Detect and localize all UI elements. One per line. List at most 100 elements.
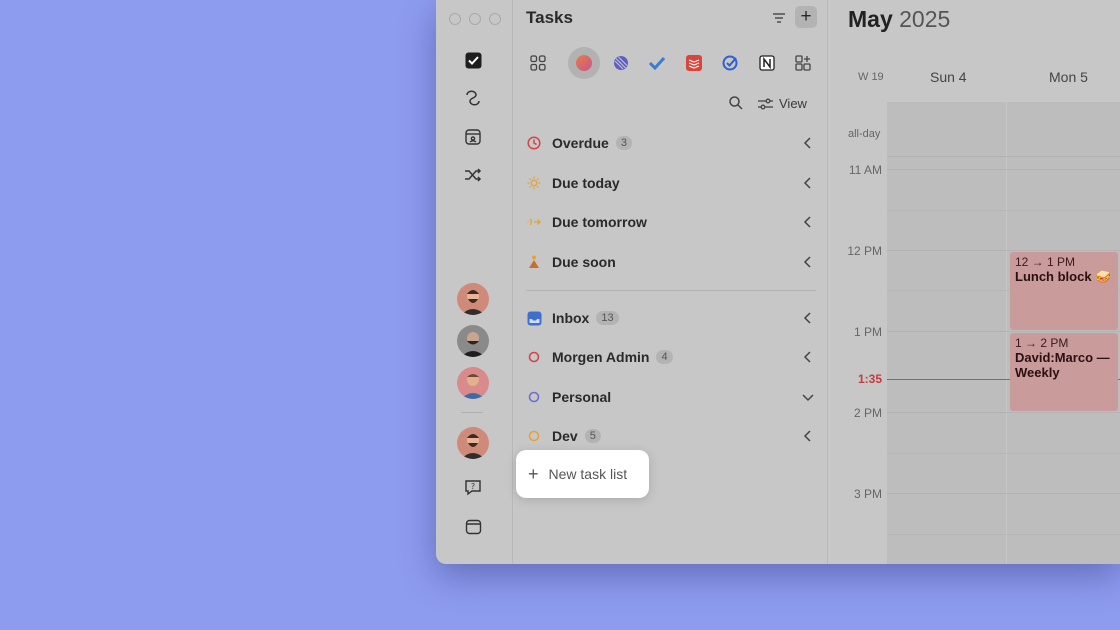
chevron-left-icon[interactable] <box>800 349 816 365</box>
view-options-button[interactable]: View <box>758 96 807 111</box>
minimize-window-button[interactable] <box>469 13 481 25</box>
hour-label: 12 PM <box>847 244 882 258</box>
day-column-sun[interactable] <box>887 102 1006 564</box>
all-day-label: all-day <box>848 128 881 140</box>
calendar-event[interactable]: 1 → 2 PM David:Marco — Weekly <box>1010 333 1118 411</box>
day-header[interactable]: Mon 5 <box>1049 69 1088 85</box>
current-user-avatar[interactable] <box>457 427 489 459</box>
chevron-left-icon[interactable] <box>800 214 816 230</box>
hour-line <box>887 493 1120 494</box>
microsoft-todo-source-icon[interactable] <box>644 50 670 76</box>
calendar-icon[interactable] <box>462 515 484 537</box>
current-time-label: 1:35 <box>857 372 882 386</box>
filter-icon[interactable] <box>769 9 789 27</box>
avatar[interactable] <box>457 325 489 357</box>
clock-icon <box>526 135 542 151</box>
inbox-icon <box>526 310 542 326</box>
new-task-list-label: New task list <box>548 466 628 482</box>
smart-list-due-today[interactable]: Due today <box>526 168 816 198</box>
all-sources-grid-icon[interactable] <box>525 50 551 76</box>
scheduler-icon[interactable] <box>462 126 484 148</box>
add-integration-icon[interactable] <box>790 50 816 76</box>
calendar-month-title: May 2025 <box>848 6 950 33</box>
list-divider <box>526 290 816 291</box>
help-icon[interactable]: ? <box>462 476 484 498</box>
sliders-icon <box>758 98 773 109</box>
chevron-left-icon[interactable] <box>800 428 816 444</box>
view-label: View <box>779 96 807 111</box>
notion-source-icon[interactable] <box>754 50 780 76</box>
hour-label: 2 PM <box>853 406 882 420</box>
avatar[interactable] <box>457 283 489 315</box>
all-day-separator <box>887 156 1120 157</box>
hour-label: 1 PM <box>853 325 882 339</box>
event-title: Lunch block 🥪 <box>1015 269 1112 284</box>
smart-list-due-soon[interactable]: Due soon <box>526 247 816 277</box>
plus-icon: + <box>528 464 539 484</box>
list-label: Overdue <box>552 135 609 151</box>
person-meditating-icon <box>526 254 542 270</box>
list-circle-icon <box>526 389 542 405</box>
new-task-list-button[interactable]: + New task list <box>516 450 649 498</box>
calendar-event[interactable]: 12 → 1 PM Lunch block 🥪 <box>1010 252 1118 330</box>
half-hour-line <box>887 534 1120 535</box>
task-sources <box>525 47 816 79</box>
list-label: Morgen Admin <box>552 349 650 365</box>
links-icon[interactable] <box>462 87 484 109</box>
list-label: Due tomorrow <box>552 214 647 230</box>
add-task-button[interactable]: + <box>795 6 817 28</box>
search-icon[interactable] <box>728 95 746 113</box>
task-list-inbox[interactable]: Inbox 13 <box>526 303 816 333</box>
month-label: May <box>848 6 893 32</box>
sidebar-rail: ? <box>436 0 513 564</box>
list-label: Inbox <box>552 310 590 326</box>
hour-line <box>887 331 1120 332</box>
rail-divider <box>461 412 483 413</box>
clickup-source-icon[interactable] <box>717 50 743 76</box>
shuffle-icon[interactable] <box>462 164 484 186</box>
list-label: Dev <box>552 428 578 444</box>
week-number: W 19 <box>858 71 884 83</box>
chevron-left-icon[interactable] <box>800 254 816 270</box>
half-hour-line <box>887 210 1120 211</box>
list-label: Due today <box>552 175 620 191</box>
avatar[interactable] <box>457 367 489 399</box>
event-time: 12 → 1 PM <box>1015 255 1076 269</box>
smart-list-due-tomorrow[interactable]: Due tomorrow <box>526 207 816 237</box>
window-controls <box>449 13 501 25</box>
hour-label: 3 PM <box>853 487 882 501</box>
chevron-left-icon[interactable] <box>800 310 816 326</box>
chevron-down-icon[interactable] <box>800 389 816 405</box>
list-circle-icon <box>526 349 542 365</box>
chevron-left-icon[interactable] <box>800 175 816 191</box>
list-circle-icon <box>526 428 542 444</box>
list-count: 4 <box>656 350 673 364</box>
half-hour-line <box>887 453 1120 454</box>
list-count: 3 <box>615 136 632 150</box>
sun-icon <box>526 175 542 191</box>
hour-line <box>887 169 1120 170</box>
svg-text:?: ? <box>471 482 475 491</box>
chevron-left-icon[interactable] <box>800 135 816 151</box>
sunrise-icon <box>526 214 542 230</box>
tasks-checkbox-icon[interactable] <box>462 49 484 71</box>
hour-label: 11 AM <box>848 163 882 177</box>
close-window-button[interactable] <box>449 13 461 25</box>
hour-line <box>887 412 1120 413</box>
hour-line <box>887 250 1120 251</box>
list-label: Personal <box>552 389 612 405</box>
task-list-morgen-admin[interactable]: Morgen Admin 4 <box>526 342 816 372</box>
calendar-panel: May 2025 W 19 Sun 4 Mon 5 all-day 11 AM … <box>828 0 1120 564</box>
tasks-title: Tasks <box>526 8 573 27</box>
task-list-dev[interactable]: Dev 5 <box>526 421 816 451</box>
task-list-personal[interactable]: Personal <box>526 382 816 412</box>
list-count: 13 <box>596 311 619 325</box>
smart-list-overdue[interactable]: Overdue 3 <box>526 128 816 158</box>
zoom-window-button[interactable] <box>489 13 501 25</box>
linear-source-icon[interactable] <box>608 50 634 76</box>
day-header[interactable]: Sun 4 <box>930 69 967 85</box>
list-count: 5 <box>584 429 601 443</box>
morgen-source-icon[interactable] <box>568 47 600 79</box>
todoist-source-icon[interactable] <box>681 50 707 76</box>
event-title: David:Marco — Weekly <box>1015 350 1110 380</box>
